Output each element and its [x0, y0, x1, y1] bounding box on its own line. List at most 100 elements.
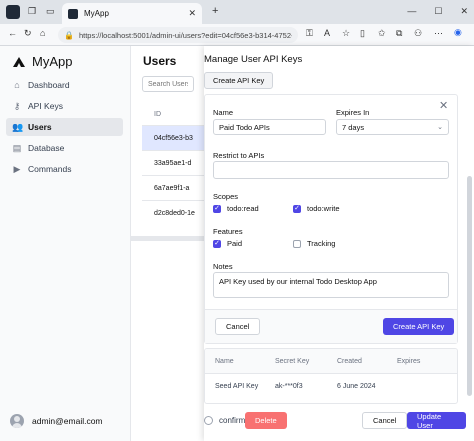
notes-value: API Key used by our internal Todo Deskto… — [219, 277, 377, 286]
column-header-created: Created — [337, 357, 362, 365]
delete-button[interactable]: Delete — [245, 412, 287, 429]
column-header-name: Name — [215, 357, 234, 365]
restrict-label: Restrict to APIs — [213, 151, 265, 160]
user-email: admin@email.com — [32, 416, 103, 426]
tab-title: MyApp — [84, 9, 109, 18]
expires-select[interactable]: 7 days ⌄ — [336, 119, 449, 135]
confirm-checkbox-row[interactable]: confirm — [204, 416, 245, 425]
favorite-icon[interactable]: ☆ — [342, 28, 350, 39]
search-users-input[interactable] — [142, 76, 194, 92]
feature-label: Tracking — [307, 239, 336, 248]
users-icon: 👥 — [12, 121, 24, 132]
api-keys-table: Name Secret Key Created Expires Seed API… — [204, 348, 458, 404]
sidebar-item-dashboard[interactable]: ⌂ Dashboard — [6, 76, 123, 94]
profile-icon[interactable] — [6, 5, 20, 19]
modal-title: Manage User API Keys — [204, 54, 303, 65]
manage-api-keys-modal: Manage User API Keys Create API Key ✕ Na… — [204, 46, 474, 441]
restrict-apis-input[interactable] — [213, 161, 449, 179]
reload-icon[interactable]: ↻ — [24, 28, 32, 39]
key-icon: ⚷ — [13, 100, 21, 111]
sidebar-item-users[interactable]: 👥 Users — [6, 118, 123, 136]
features-label: Features — [213, 227, 243, 236]
collections-icon[interactable]: ⧉ — [396, 28, 402, 39]
scope-label: todo:write — [307, 204, 340, 213]
table-horizontal-scrollbar[interactable] — [131, 236, 204, 241]
create-api-key-button[interactable]: Create API Key — [383, 318, 455, 335]
feature-tracking[interactable]: Tracking — [293, 239, 335, 248]
address-bar[interactable]: 🔒 https://localhost:5001/admin-ui/users?… — [58, 27, 298, 43]
tab-actions-icon[interactable]: ▭ — [46, 6, 55, 17]
sidebar-item-commands[interactable]: ▶ Commands — [6, 160, 123, 178]
close-window-icon[interactable]: ✕ — [460, 6, 468, 17]
notes-textarea[interactable]: API Key used by our internal Todo Deskto… — [213, 272, 449, 298]
checkbox-checked-icon[interactable]: ✓ — [213, 239, 221, 248]
user-profile[interactable]: admin@email.com — [10, 414, 103, 428]
chevron-down-icon: ⌄ — [437, 124, 443, 131]
scopes-label: Scopes — [213, 192, 239, 201]
table-row[interactable]: 6a7ae9f1-a — [142, 175, 204, 200]
table-row[interactable]: 04cf56e3-b3 — [142, 125, 204, 150]
api-key-form: ✕ Name Paid Todo APIs Expires In 7 days … — [204, 94, 458, 344]
sidebar-item-database[interactable]: ▤ Database — [6, 139, 123, 157]
extensions-icon[interactable]: ⚇ — [414, 28, 422, 39]
sidebar-item-api-keys[interactable]: ⚷ API Keys — [6, 97, 123, 115]
checkbox-unchecked-icon[interactable] — [293, 239, 301, 248]
favorites-icon[interactable]: ✩ — [378, 28, 386, 39]
browser-tab[interactable]: MyApp ✕ — [62, 3, 202, 24]
column-header-expires: Expires — [397, 357, 421, 365]
close-tab-icon[interactable]: ✕ — [188, 8, 196, 19]
cancel-create-button[interactable]: Cancel — [215, 318, 261, 335]
expires-label: Expires In — [336, 108, 370, 117]
create-api-key-toggle-button[interactable]: Create API Key — [204, 72, 274, 89]
table-row[interactable]: 33a95ae1-d — [142, 150, 204, 175]
feature-paid[interactable]: ✓ Paid — [213, 239, 242, 248]
home-browser-icon[interactable]: ⌂ — [40, 28, 45, 38]
browser-nav-bar: ← ↻ ⌂ 🔒 https://localhost:5001/admin-ui/… — [0, 24, 474, 46]
new-tab-icon[interactable]: + — [212, 5, 218, 17]
menu-icon[interactable]: ⋯ — [434, 28, 443, 39]
minimize-icon[interactable]: — — [407, 6, 416, 17]
table-row[interactable]: d2c8ded0-1e — [142, 200, 204, 225]
key-created: 6 June 2024 — [337, 383, 376, 390]
copilot-icon[interactable]: ◉ — [454, 27, 462, 38]
key-name: Seed API Key — [215, 383, 259, 390]
sidebar: MyApp ⌂ Dashboard ⚷ API Keys 👥 Users ▤ D… — [0, 46, 131, 441]
workspaces-icon[interactable]: ❐ — [28, 6, 36, 17]
checkbox-checked-icon[interactable]: ✓ — [293, 204, 301, 213]
close-icon[interactable]: ✕ — [439, 99, 448, 112]
back-icon[interactable]: ← — [8, 28, 17, 38]
scope-todo-write[interactable]: ✓ todo:write — [293, 204, 340, 213]
key-manager-icon[interactable]: ⚿ — [306, 28, 313, 39]
brand-name: MyApp — [32, 54, 73, 69]
scope-label: todo:read — [227, 204, 259, 213]
lock-icon: 🔒 — [64, 30, 74, 40]
users-table: ID 04cf56e3-b3 33a95ae1-d 6a7ae9f1-a d2c… — [142, 105, 204, 225]
confirm-label: confirm — [219, 416, 246, 425]
sidebar-item-label: Dashboard — [28, 80, 70, 90]
read-aloud-icon[interactable]: A — [324, 28, 330, 38]
column-header-secret-key: Secret Key — [275, 357, 310, 365]
database-icon: ▤ — [12, 142, 22, 153]
modal-scrollbar[interactable] — [467, 176, 472, 396]
name-input[interactable]: Paid Todo APIs — [213, 119, 326, 135]
sidebar-item-label: Users — [28, 122, 52, 132]
checkbox-checked-icon[interactable]: ✓ — [213, 204, 221, 213]
split-screen-icon[interactable]: ▯ — [360, 28, 365, 39]
brand[interactable]: MyApp — [12, 54, 72, 69]
sidebar-item-label: Commands — [28, 164, 72, 174]
scope-todo-read[interactable]: ✓ todo:read — [213, 204, 259, 213]
update-user-button[interactable]: Update User — [407, 412, 466, 430]
notes-label: Notes — [213, 262, 233, 271]
sidebar-item-label: Database — [28, 143, 65, 153]
page-title: Users — [143, 54, 177, 68]
form-footer: Cancel Create API Key — [205, 309, 457, 343]
home-icon: ⌂ — [14, 80, 20, 90]
confirm-checkbox[interactable] — [204, 416, 213, 425]
table-row[interactable]: Seed API Key ak-***0f3 6 June 2024 — [205, 373, 457, 399]
logo-icon — [13, 56, 25, 67]
maximize-icon[interactable]: ☐ — [434, 6, 442, 17]
cancel-button[interactable]: Cancel — [362, 412, 408, 429]
key-secret: ak-***0f3 — [275, 383, 303, 390]
feature-label: Paid — [227, 239, 243, 248]
url-text: https://localhost:5001/admin-ui/users?ed… — [78, 30, 292, 40]
